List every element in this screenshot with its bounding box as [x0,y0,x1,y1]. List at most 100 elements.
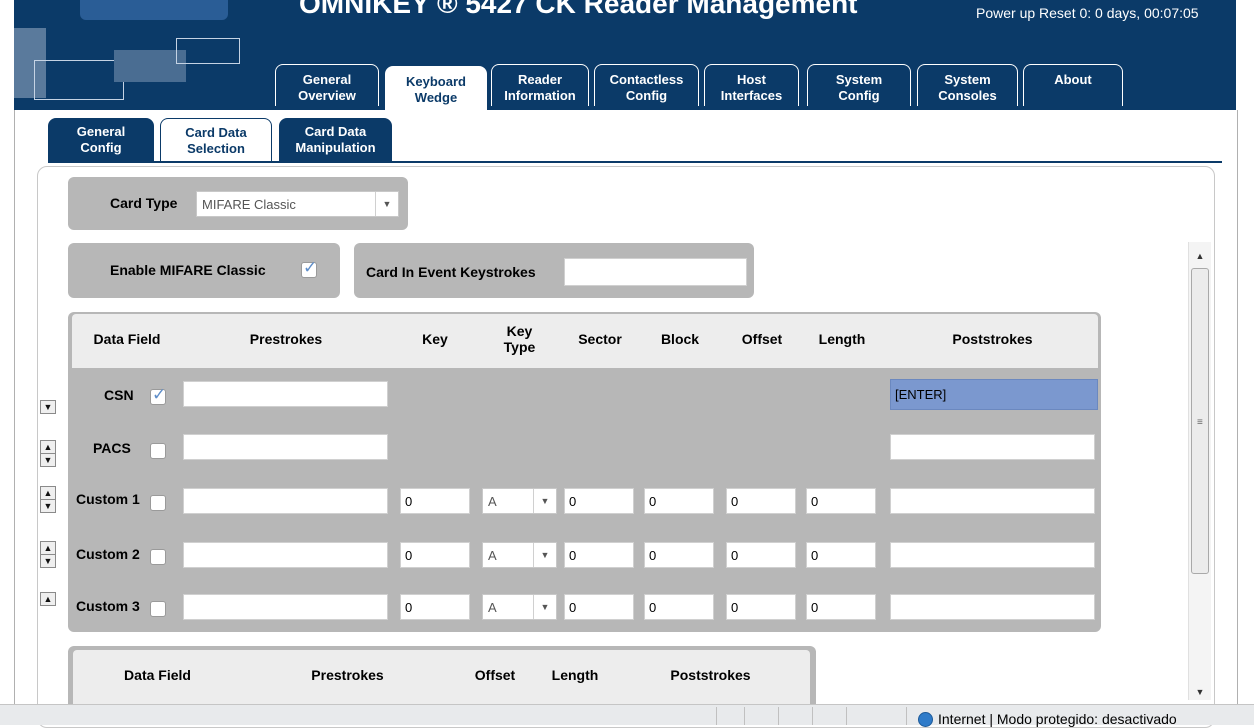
custom3-key-input[interactable]: 0 [400,594,470,620]
chevron-down-icon[interactable]: ▼ [533,595,556,619]
chevron-down-icon[interactable]: ▼ [375,192,398,216]
custom3-poststrokes-input[interactable] [890,594,1095,620]
pacs-checkbox[interactable] [150,443,166,459]
tab-host-interfaces[interactable]: Host Interfaces [704,64,799,106]
col-header-key-type: Key Type [482,323,557,355]
globe-icon [918,712,933,727]
custom2-sector-input[interactable]: 0 [564,542,634,568]
card-in-keystrokes-input[interactable] [564,258,747,286]
check-icon: ✓ [303,258,318,277]
scrollbar-thumb[interactable]: ≡ [1191,268,1209,574]
custom3-block-input[interactable]: 0 [644,594,714,620]
tab-label-line1: Reader [517,72,563,87]
row-label: CSN [104,387,134,403]
scroll-down-icon[interactable]: ▼ [1189,684,1211,700]
move-down-button[interactable]: ▼ [40,400,56,414]
custom2-offset-input[interactable]: 0 [726,542,796,568]
card-in-label: Card In Event Keystrokes [366,264,536,280]
custom1-poststrokes-input[interactable] [890,488,1095,514]
subtab-label-line2: Selection [187,141,245,156]
status-divider [744,707,745,725]
row-label: Custom 2 [76,546,140,562]
card-type-select[interactable]: MIFARE Classic ▼ [196,191,399,217]
col-header-poststrokes: Poststrokes [670,667,751,683]
col-header-length: Length [818,331,866,347]
custom1-sector-input[interactable]: 0 [564,488,634,514]
custom1-prestrokes-input[interactable] [183,488,388,514]
col-header-key-type-line2: Type [503,339,536,355]
tab-label-line1: Contactless [609,72,684,87]
pacs-poststrokes-input[interactable] [890,434,1095,460]
csn-poststrokes-input[interactable]: [ENTER] [890,379,1098,410]
col-header-prestrokes: Prestrokes [311,667,384,683]
col-header-prestrokes: Prestrokes [249,331,323,347]
vertical-scrollbar[interactable]: ▲ ≡ ▼ [1188,242,1211,700]
power-status: Power up Reset 0: 0 days, 00:07:05 [976,5,1199,21]
move-down-button[interactable]: ▼ [40,554,56,568]
subtab-general-config[interactable]: General Config [48,118,154,162]
move-down-button[interactable]: ▼ [40,499,56,513]
key-type-value: A [488,548,497,563]
row-label: Custom 3 [76,598,140,614]
subtab-label-line2: Manipulation [295,140,376,155]
csn-checkbox[interactable]: ✓ [150,385,167,405]
tab-contactless-config[interactable]: Contactless Config [594,64,699,106]
row-label: PACS [93,440,131,456]
custom3-length-input[interactable]: 0 [806,594,876,620]
custom1-key-input[interactable]: 0 [400,488,470,514]
custom1-key-type-select[interactable]: A ▼ [482,488,557,514]
subtab-label-line2: Config [80,140,122,155]
subtab-card-data-manipulation[interactable]: Card Data Manipulation [279,118,392,162]
card-type-value: MIFARE Classic [202,197,296,212]
tab-about[interactable]: About [1023,64,1123,106]
enable-mifare-checkbox[interactable]: ✓ [301,258,318,278]
tab-keyboard-wedge[interactable]: Keyboard Wedge [385,66,487,112]
key-type-value: A [488,494,497,509]
tab-label-line1: About [1054,72,1092,87]
custom3-sector-input[interactable]: 0 [564,594,634,620]
custom1-checkbox[interactable] [150,495,166,511]
tab-label-line2: Overview [298,88,356,103]
chevron-down-icon[interactable]: ▼ [533,543,556,567]
custom3-checkbox[interactable] [150,601,166,617]
tab-general-overview[interactable]: General Overview [275,64,379,106]
tab-label-line2: Wedge [414,90,458,105]
move-up-button[interactable]: ▲ [40,440,56,454]
security-zone-text: Internet | Modo protegido: desactivado [938,711,1177,727]
custom2-checkbox[interactable] [150,549,166,565]
custom3-key-type-select[interactable]: A ▼ [482,594,557,620]
tab-label-line1: Keyboard [406,74,466,89]
custom3-offset-input[interactable]: 0 [726,594,796,620]
grip-icon: ≡ [1197,417,1203,428]
move-up-button[interactable]: ▲ [40,541,56,555]
custom1-length-input[interactable]: 0 [806,488,876,514]
subtab-card-data-selection[interactable]: Card Data Selection [160,118,272,162]
custom2-prestrokes-input[interactable] [183,542,388,568]
custom1-block-input[interactable]: 0 [644,488,714,514]
col-header-offset: Offset [741,331,783,347]
tab-reader-information[interactable]: Reader Information [491,64,589,106]
custom2-poststrokes-input[interactable] [890,542,1095,568]
custom2-length-input[interactable]: 0 [806,542,876,568]
tab-label-line1: System [944,72,991,87]
status-divider [812,707,813,725]
move-down-button[interactable]: ▼ [40,453,56,467]
custom3-prestrokes-input[interactable] [183,594,388,620]
decor-frame [34,60,124,100]
col-header-data-field: Data Field [124,667,191,683]
tab-label-line2: Consoles [938,88,997,103]
scroll-up-icon[interactable]: ▲ [1189,248,1211,264]
csn-prestrokes-input[interactable] [183,381,388,407]
custom2-key-type-select[interactable]: A ▼ [482,542,557,568]
custom2-key-input[interactable]: 0 [400,542,470,568]
move-up-button[interactable]: ▲ [40,592,56,606]
custom2-block-input[interactable]: 0 [644,542,714,568]
chevron-down-icon[interactable]: ▼ [533,489,556,513]
browser-status-bar: Internet | Modo protegido: desactivado [0,704,1254,727]
move-up-button[interactable]: ▲ [40,486,56,500]
custom1-offset-input[interactable]: 0 [726,488,796,514]
tab-system-consoles[interactable]: System Consoles [917,64,1018,106]
tab-system-config[interactable]: System Config [807,64,911,106]
pacs-prestrokes-input[interactable] [183,434,388,460]
check-icon: ✓ [152,385,167,404]
